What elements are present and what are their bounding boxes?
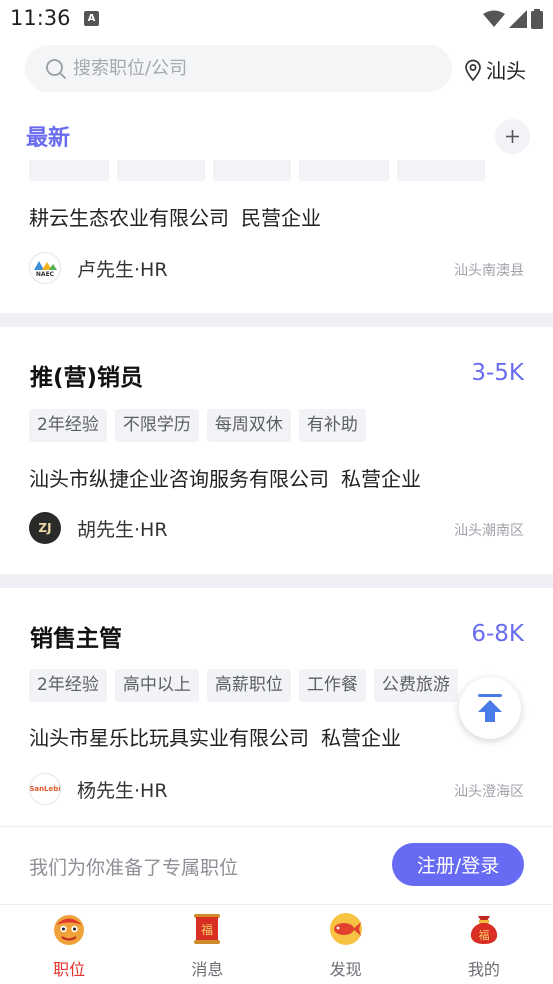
hr-name: 杨先生·HR — [77, 779, 168, 802]
plus-icon — [506, 130, 519, 143]
job-tag: 每周双休 — [206, 409, 291, 442]
fu-bag-icon: 福 — [470, 916, 497, 944]
status-time: 11:36 — [10, 6, 71, 30]
section-title-latest[interactable]: 最新 — [26, 120, 70, 152]
company-type: 民营企业 — [241, 206, 321, 230]
search-input[interactable] — [73, 45, 433, 92]
hr-name: 卢先生·HR — [77, 258, 168, 281]
svg-text:福: 福 — [201, 922, 213, 937]
location-label: 汕头 — [486, 59, 526, 83]
naec-logo-icon — [34, 260, 57, 270]
company-name: 耕云生态农业有限公司 — [29, 206, 229, 230]
nav-tab-discover[interactable]: 发现 — [277, 905, 415, 984]
nav-tab-messages[interactable]: 福 消息 — [138, 905, 276, 984]
fu-scroll-icon: 福 — [194, 914, 221, 944]
avatar: NAEC — [29, 252, 61, 284]
job-tags: 2年经验 不限学历 每周双休 有补助 — [29, 409, 366, 442]
company-name: 汕头市星乐比玩具实业有限公司 — [29, 726, 309, 750]
hr-name: 胡先生·HR — [77, 518, 168, 541]
login-promo-bar: 我们为你准备了专属职位 注册/登录 — [0, 826, 553, 903]
location-pin-icon — [465, 59, 481, 81]
scroll-to-top-button[interactable] — [459, 677, 521, 739]
register-login-button[interactable]: 注册/登录 — [392, 843, 524, 886]
job-location: 汕头南澳县 — [454, 263, 524, 279]
avatar: SanLebi — [29, 773, 61, 805]
job-tag: 2年经验 — [29, 409, 107, 442]
hr-row: ZJ 胡先生·HR — [29, 512, 168, 544]
bottom-nav: 职位 福 消息 发现 福 我的 — [0, 904, 553, 984]
card-divider — [0, 313, 553, 327]
search-box[interactable] — [25, 45, 452, 92]
promo-text: 我们为你准备了专属职位 — [29, 857, 239, 879]
koi-fish-icon — [329, 913, 362, 945]
job-location: 汕头潮南区 — [454, 523, 524, 539]
job-title: 推(营)销员 — [30, 365, 144, 391]
job-tags: 2年经验 高中以上 高薪职位 工作餐 公费旅游 — [29, 669, 458, 702]
job-salary: 3-5K — [471, 360, 524, 386]
card-divider — [0, 574, 553, 588]
job-card[interactable]: 耕云生态农业有限公司 民营企业 NAEC 卢先生·HR 汕头南澳县 — [0, 148, 553, 313]
status-bar: 11:36 A — [0, 0, 553, 36]
company-type: 私营企业 — [321, 726, 401, 750]
nav-label: 我的 — [467, 960, 500, 979]
location-selector[interactable]: 汕头 — [464, 55, 526, 84]
company-line: 汕头市纵捷企业咨询服务有限公司 私营企业 — [29, 463, 421, 492]
nav-label: 职位 — [53, 960, 86, 979]
hr-row: SanLebi 杨先生·HR — [29, 773, 168, 805]
job-tag: 公费旅游 — [373, 669, 458, 702]
job-tag: 2年经验 — [29, 669, 107, 702]
add-button[interactable] — [495, 119, 530, 154]
avatar: ZJ — [29, 512, 61, 544]
company-name: 汕头市纵捷企业咨询服务有限公司 — [29, 467, 329, 491]
search-icon — [46, 59, 66, 79]
notification-a-icon: A — [84, 11, 99, 26]
avatar-text: ZJ — [38, 521, 52, 535]
nav-label: 消息 — [191, 960, 224, 979]
job-salary: 6-8K — [471, 621, 524, 647]
nav-tab-jobs[interactable]: 职位 — [0, 905, 138, 984]
hr-row: NAEC 卢先生·HR — [29, 252, 168, 284]
avatar-text: NAEC — [35, 270, 55, 278]
job-title: 销售主管 — [30, 626, 122, 652]
job-card[interactable]: 推(营)销员 3-5K 2年经验 不限学历 每周双休 有补助 汕头市纵捷企业咨询… — [0, 327, 553, 574]
job-location: 汕头澄海区 — [454, 784, 524, 800]
company-type: 私营企业 — [341, 467, 421, 491]
job-tag: 不限学历 — [114, 409, 199, 442]
job-tag: 有补助 — [298, 409, 366, 442]
nav-tab-me[interactable]: 福 我的 — [415, 905, 553, 984]
lion-dance-icon — [54, 915, 85, 945]
company-line: 耕云生态农业有限公司 民营企业 — [29, 202, 321, 231]
status-icons — [483, 9, 543, 29]
job-tag: 工作餐 — [298, 669, 366, 702]
wifi-icon — [483, 10, 505, 27]
avatar-text: SanLebi — [29, 785, 61, 793]
section-header: 最新 — [0, 100, 553, 160]
job-tag: 高中以上 — [114, 669, 199, 702]
nav-label: 发现 — [329, 960, 362, 979]
svg-text:福: 福 — [478, 928, 489, 942]
search-row: 汕头 — [0, 36, 553, 100]
arrow-up-icon — [478, 694, 502, 722]
job-tag: 高薪职位 — [206, 669, 291, 702]
signal-icon — [509, 10, 527, 28]
battery-icon — [531, 9, 543, 29]
company-line: 汕头市星乐比玩具实业有限公司 私营企业 — [29, 722, 401, 751]
